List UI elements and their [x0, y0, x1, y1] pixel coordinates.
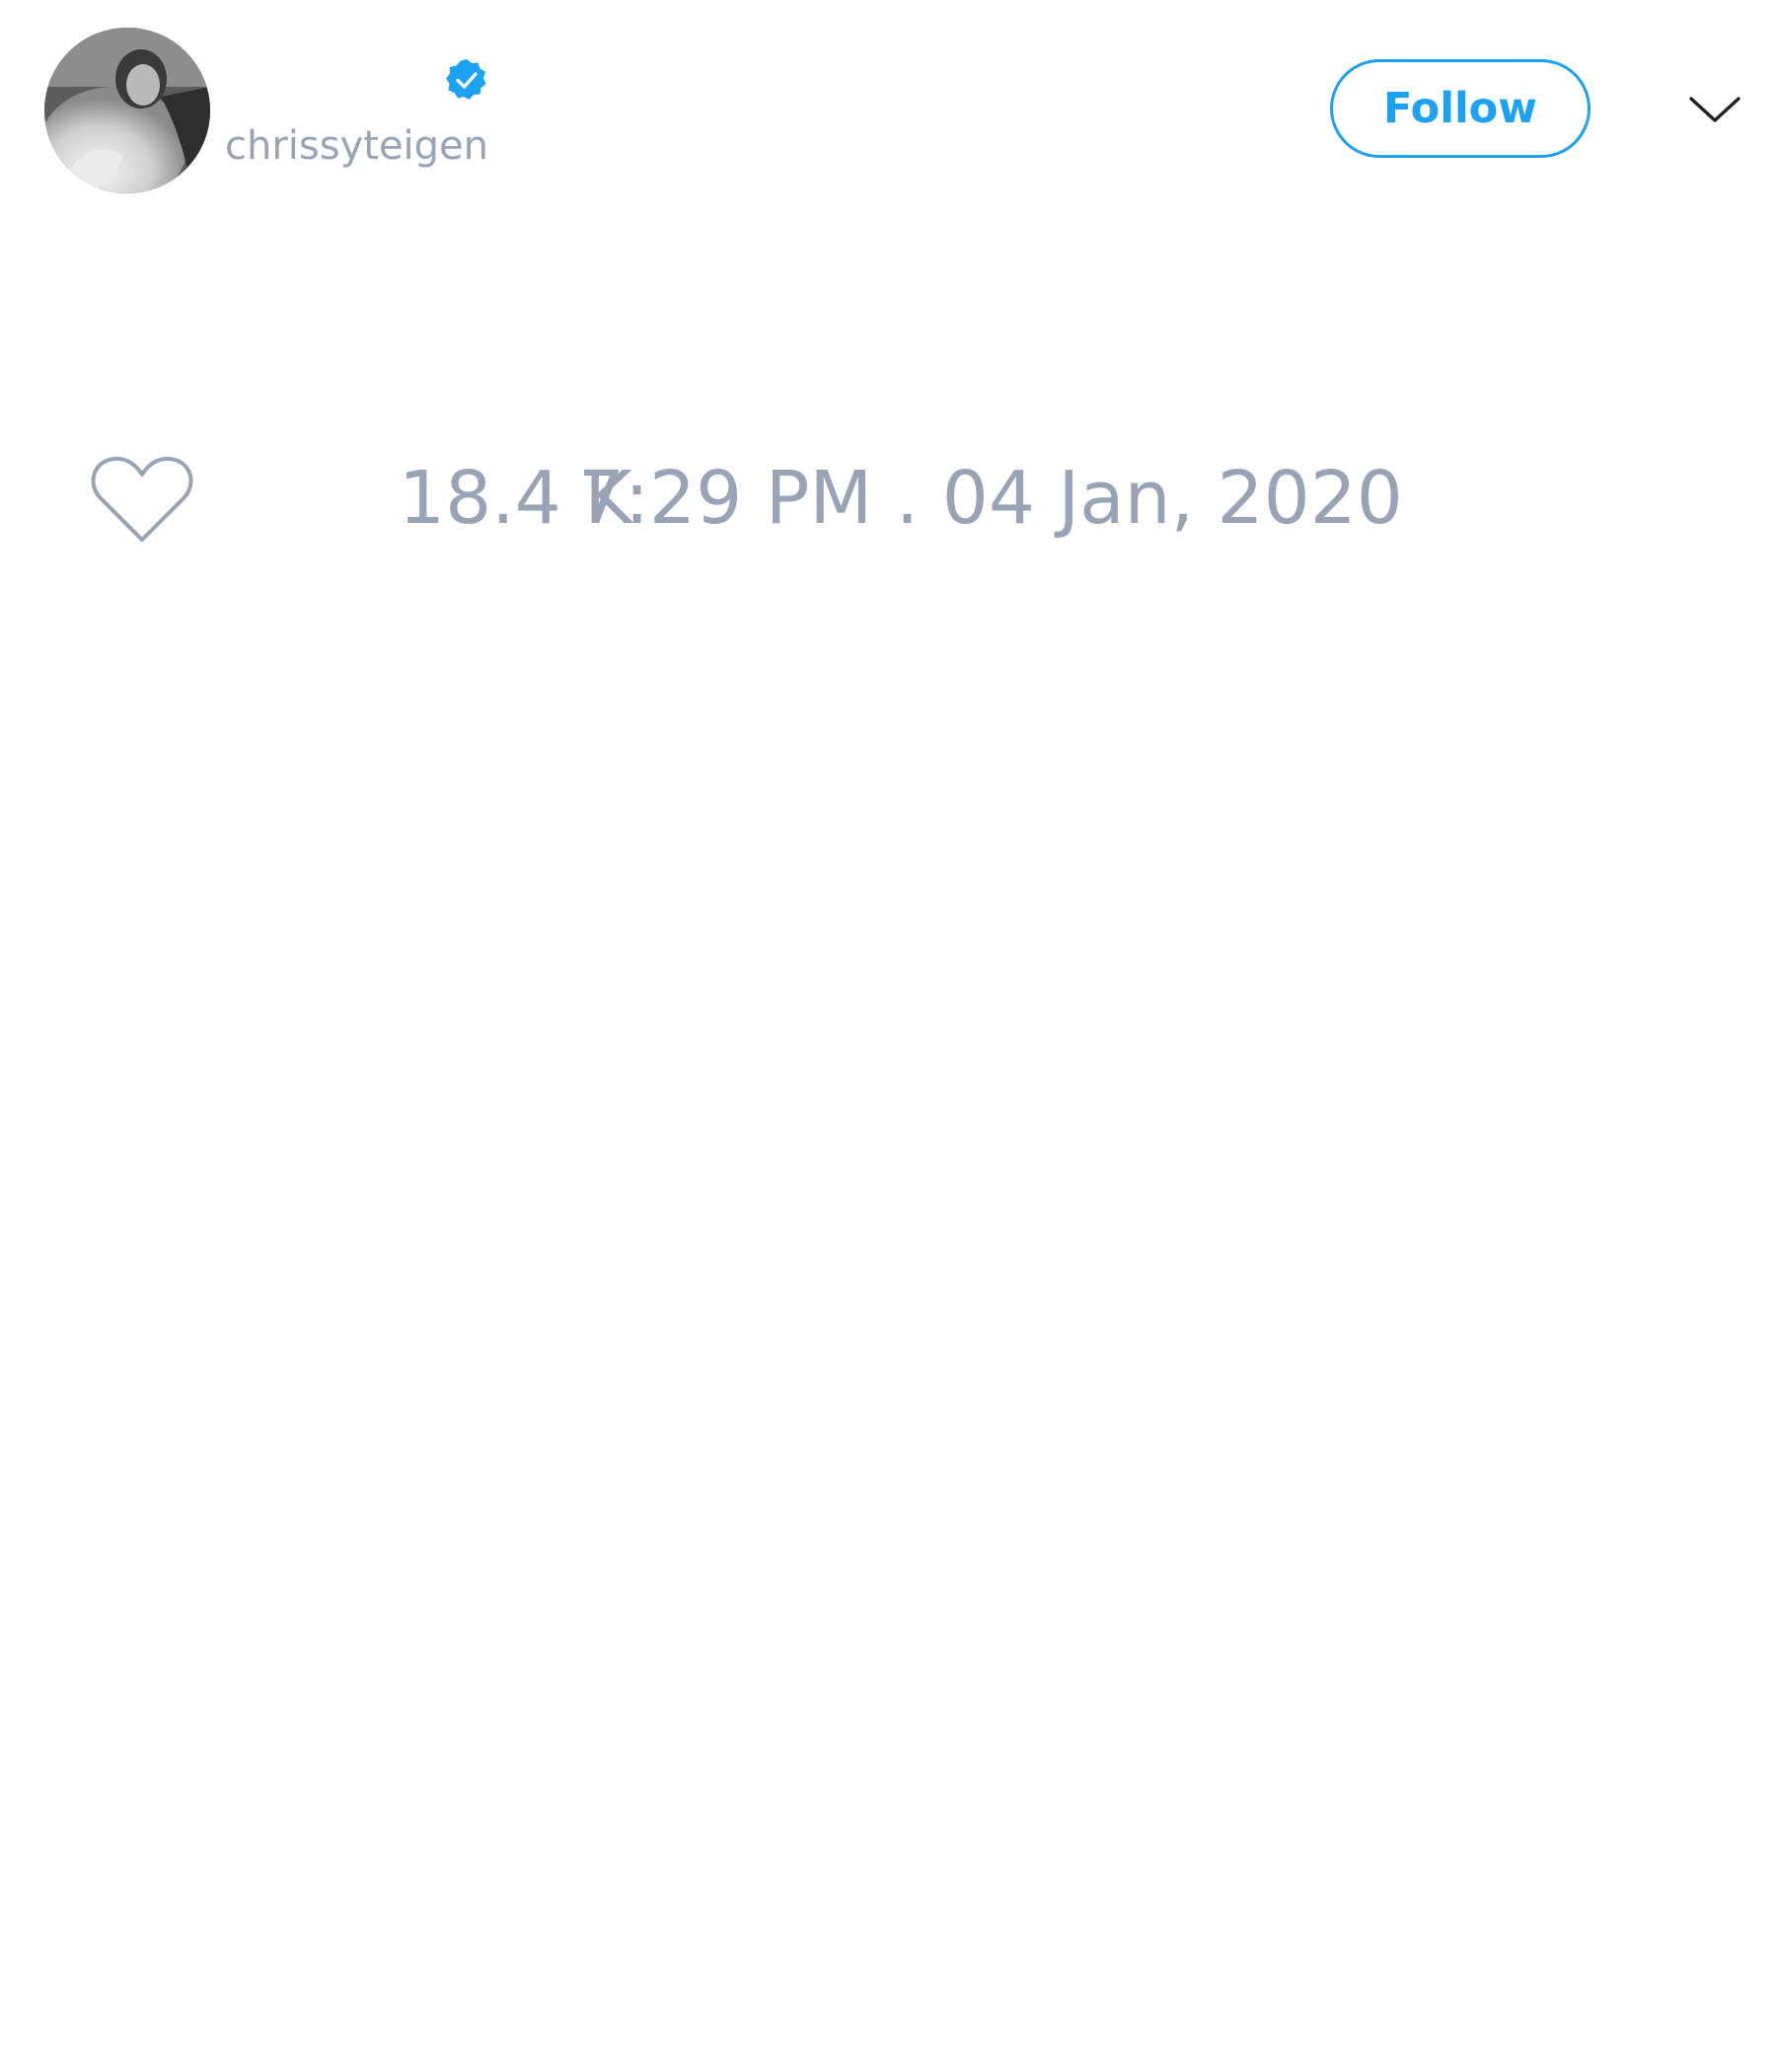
- chevron-down-icon[interactable]: [1685, 85, 1744, 134]
- avatar[interactable]: [44, 28, 210, 193]
- avatar-photo: [44, 28, 210, 193]
- follow-button[interactable]: Follow: [1330, 59, 1591, 158]
- username[interactable]: chrissyteigen: [225, 126, 488, 166]
- tweet-timestamp[interactable]: 7:29 PM . 04 Jan, 2020: [578, 449, 1403, 548]
- heart-outline-icon[interactable]: [89, 451, 195, 546]
- verified-badge-icon: [446, 59, 486, 100]
- tweet-stats: 18.4 K 7:29 PM . 04 Jan, 2020: [89, 449, 1403, 548]
